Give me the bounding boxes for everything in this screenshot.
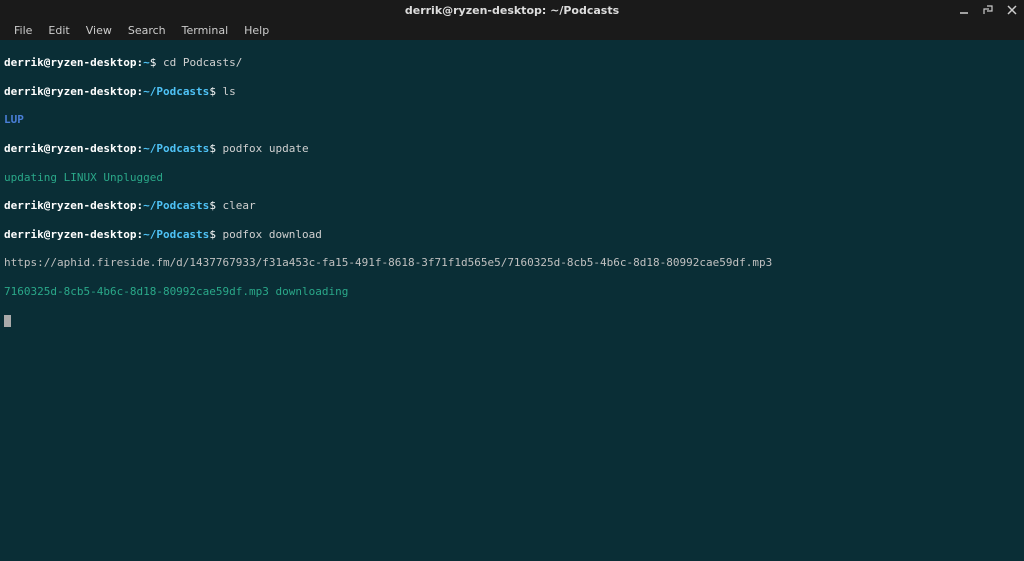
minimize-button[interactable] [958, 4, 970, 16]
command-text: podfox download [216, 228, 322, 241]
window-titlebar: derrik@ryzen-desktop: ~/Podcasts [0, 0, 1024, 20]
terminal-line [4, 314, 1020, 328]
menu-view[interactable]: View [78, 22, 120, 39]
menu-terminal[interactable]: Terminal [174, 22, 237, 39]
prompt-user-host: derrik@ryzen-desktop [4, 199, 136, 212]
terminal-line: LUP [4, 113, 1020, 127]
terminal-line: updating LINUX Unplugged [4, 171, 1020, 185]
prompt-user-host: derrik@ryzen-desktop [4, 228, 136, 241]
prompt-user-host: derrik@ryzen-desktop [4, 85, 136, 98]
command-text: cd Podcasts/ [156, 56, 242, 69]
terminal-line: derrik@ryzen-desktop:~/Podcasts$ clear [4, 199, 1020, 213]
terminal-line: https://aphid.fireside.fm/d/1437767933/f… [4, 256, 1020, 270]
terminal-line: derrik@ryzen-desktop:~/Podcasts$ ls [4, 85, 1020, 99]
prompt-dollar: $ [209, 142, 216, 155]
output-text: 7160325d-8cb5-4b6c-8d18-80992cae59df.mp3… [4, 285, 348, 298]
close-button[interactable] [1006, 4, 1018, 16]
prompt-path: ~/Podcasts [143, 142, 209, 155]
menu-edit[interactable]: Edit [40, 22, 77, 39]
prompt-user-host: derrik@ryzen-desktop [4, 142, 136, 155]
output-text: LUP [4, 113, 24, 126]
output-text: https://aphid.fireside.fm/d/1437767933/f… [4, 256, 772, 269]
terminal-output[interactable]: derrik@ryzen-desktop:~$ cd Podcasts/ der… [0, 40, 1024, 344]
menu-search[interactable]: Search [120, 22, 174, 39]
prompt-path: ~ [143, 56, 150, 69]
menu-help[interactable]: Help [236, 22, 277, 39]
terminal-line: derrik@ryzen-desktop:~$ cd Podcasts/ [4, 56, 1020, 70]
prompt-dollar: $ [209, 85, 216, 98]
prompt-dollar: $ [209, 228, 216, 241]
command-text: podfox update [216, 142, 309, 155]
command-text: ls [216, 85, 236, 98]
terminal-line: 7160325d-8cb5-4b6c-8d18-80992cae59df.mp3… [4, 285, 1020, 299]
menubar: File Edit View Search Terminal Help [0, 20, 1024, 40]
menu-file[interactable]: File [6, 22, 40, 39]
command-text: clear [216, 199, 256, 212]
terminal-cursor [4, 315, 11, 327]
terminal-line: derrik@ryzen-desktop:~/Podcasts$ podfox … [4, 228, 1020, 242]
prompt-user-host: derrik@ryzen-desktop [4, 56, 136, 69]
prompt-dollar: $ [209, 199, 216, 212]
output-text: updating LINUX Unplugged [4, 171, 163, 184]
terminal-line: derrik@ryzen-desktop:~/Podcasts$ podfox … [4, 142, 1020, 156]
prompt-path: ~/Podcasts [143, 228, 209, 241]
window-title: derrik@ryzen-desktop: ~/Podcasts [66, 4, 958, 17]
prompt-path: ~/Podcasts [143, 199, 209, 212]
window-controls [958, 4, 1018, 16]
prompt-path: ~/Podcasts [143, 85, 209, 98]
maximize-button[interactable] [982, 4, 994, 16]
